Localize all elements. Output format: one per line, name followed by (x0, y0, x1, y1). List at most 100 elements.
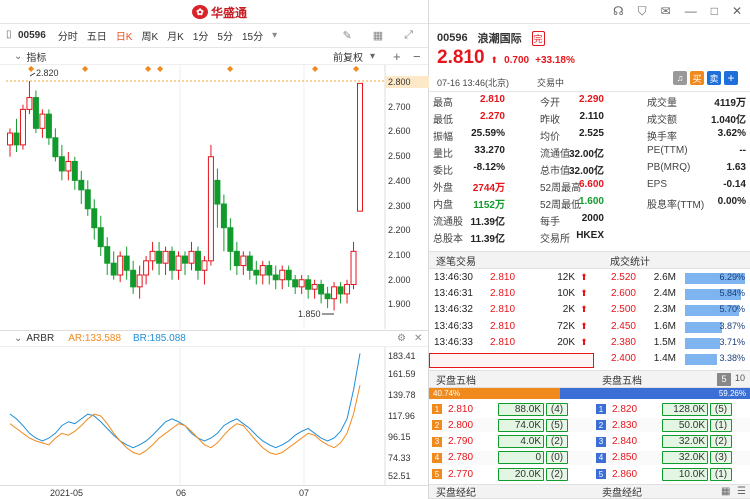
tab-5min[interactable]: 5分 (217, 28, 233, 43)
event-marker[interactable]: ◆ (82, 65, 89, 73)
bid-level[interactable]: 1 2.810 88.0K (4) (432, 402, 592, 416)
candle[interactable] (78, 179, 85, 191)
candle[interactable] (298, 279, 305, 288)
candle[interactable] (311, 283, 318, 290)
candle[interactable] (233, 250, 240, 267)
candle[interactable] (324, 293, 331, 300)
maximize-icon[interactable]: □ (711, 4, 718, 19)
sidebar-toggle-icon[interactable]: ▯ (6, 29, 12, 40)
kline-chart[interactable]: 2.820 1.850 ◆ ◆ ◆ ◆ ◆ ◆ ◆ (0, 65, 429, 329)
candle[interactable] (123, 255, 130, 271)
candle[interactable] (188, 250, 195, 264)
tab-15min[interactable]: 15分 (242, 28, 263, 43)
event-marker[interactable]: ◆ (145, 65, 152, 73)
ask-level[interactable]: 3 2.840 32.0K (2) (596, 434, 750, 449)
candle[interactable] (331, 286, 338, 300)
arbr-chart[interactable] (0, 347, 429, 485)
candle[interactable] (285, 269, 292, 281)
candle[interactable] (344, 283, 351, 295)
candle[interactable] (19, 108, 26, 146)
zoom-out-icon[interactable]: − (413, 49, 421, 64)
tab-monthly[interactable]: 月K (167, 28, 184, 43)
candle[interactable] (32, 97, 39, 129)
arbr-name[interactable]: ARBR (26, 333, 54, 344)
candle[interactable] (305, 279, 312, 290)
candle[interactable] (7, 132, 13, 146)
close-icon[interactable]: ✕ (414, 333, 422, 344)
candle[interactable] (104, 246, 111, 264)
candle[interactable] (156, 250, 163, 264)
candle[interactable] (117, 255, 124, 276)
grid-icon[interactable]: ▦ (373, 29, 383, 42)
grid-icon[interactable]: ▦ (721, 486, 730, 497)
bell-icon[interactable]: ♫ (673, 71, 687, 85)
pencil-icon[interactable]: ✎ (343, 29, 352, 42)
candle[interactable] (162, 250, 169, 264)
depth-5-button[interactable]: 5 (717, 373, 731, 386)
candle[interactable] (39, 113, 46, 129)
candle[interactable] (136, 274, 143, 288)
candle[interactable] (253, 269, 260, 276)
candle[interactable] (337, 286, 344, 295)
candle[interactable] (201, 260, 208, 271)
tab-1min[interactable]: 1分 (193, 28, 209, 43)
indicator-button[interactable]: 指标 (26, 49, 46, 64)
shirt-icon[interactable]: ⛉ (638, 4, 647, 19)
event-marker[interactable]: ◆ (312, 65, 319, 73)
candle[interactable] (65, 160, 72, 172)
candle[interactable] (97, 227, 104, 248)
candle[interactable] (279, 269, 286, 281)
event-marker[interactable]: ◆ (28, 65, 35, 73)
bid-level[interactable]: 4 2.780 0 (0) (432, 450, 592, 465)
candle[interactable] (149, 250, 156, 262)
list-icon[interactable]: ☰ (737, 486, 746, 497)
candle[interactable] (110, 262, 117, 276)
add-watchlist-button[interactable]: + (724, 71, 738, 85)
candle[interactable] (220, 203, 227, 229)
candle[interactable] (292, 279, 299, 288)
stock-code-tab[interactable]: 00596 (18, 30, 46, 41)
candle[interactable] (130, 269, 137, 288)
tab-weekly[interactable]: 周K (141, 28, 158, 43)
chevron-down-icon[interactable]: ▾ (370, 51, 375, 62)
ask-level[interactable]: 5 2.860 10.0K (1) (596, 467, 750, 482)
settings-icon[interactable]: ⚙ (397, 333, 406, 344)
depth-10-button[interactable]: 10 (735, 373, 745, 383)
candle[interactable] (272, 274, 279, 281)
event-marker[interactable]: ◆ (157, 65, 164, 73)
sell-button[interactable]: 卖 (707, 71, 721, 85)
zoom-in-icon[interactable]: + (393, 49, 401, 64)
bid-level[interactable]: 5 2.770 20.0K (2) (432, 467, 592, 482)
close-icon[interactable]: ✕ (732, 4, 742, 19)
candle[interactable] (240, 255, 247, 267)
tab-daily[interactable]: 日K (116, 28, 133, 43)
candle[interactable] (214, 179, 221, 205)
candle[interactable] (91, 208, 98, 229)
tab-5day[interactable]: 五日 (87, 28, 107, 43)
ask-level[interactable]: 2 2.830 50.0K (1) (596, 418, 750, 433)
candle[interactable] (266, 265, 273, 276)
trades-title[interactable]: 逐笔交易 (436, 253, 476, 268)
expand-icon[interactable]: ⤢ (404, 29, 413, 42)
buy-button[interactable]: 买 (690, 71, 704, 85)
bid-level[interactable]: 2 2.800 74.0K (5) (432, 418, 592, 433)
ask-level[interactable]: 4 2.850 32.0K (3) (596, 450, 750, 465)
candle[interactable] (175, 255, 182, 271)
candle[interactable] (182, 255, 188, 264)
ask-level[interactable]: 1 2.820 128.0K (5) (596, 402, 750, 416)
candle[interactable] (350, 250, 357, 285)
candle[interactable] (169, 250, 176, 271)
headset-icon[interactable]: ☊ (613, 4, 624, 19)
candle[interactable] (246, 255, 253, 271)
candle[interactable] (357, 82, 363, 212)
candle[interactable] (318, 283, 325, 295)
minimize-icon[interactable]: — (685, 4, 697, 19)
event-marker[interactable]: ◆ (353, 65, 360, 73)
bid-level[interactable]: 3 2.790 4.0K (2) (432, 434, 592, 449)
candle[interactable] (52, 137, 59, 158)
event-marker[interactable]: ◆ (227, 65, 234, 73)
candle[interactable] (26, 97, 33, 110)
candle[interactable] (143, 260, 150, 276)
candle[interactable] (45, 113, 52, 139)
candle[interactable] (207, 156, 214, 262)
